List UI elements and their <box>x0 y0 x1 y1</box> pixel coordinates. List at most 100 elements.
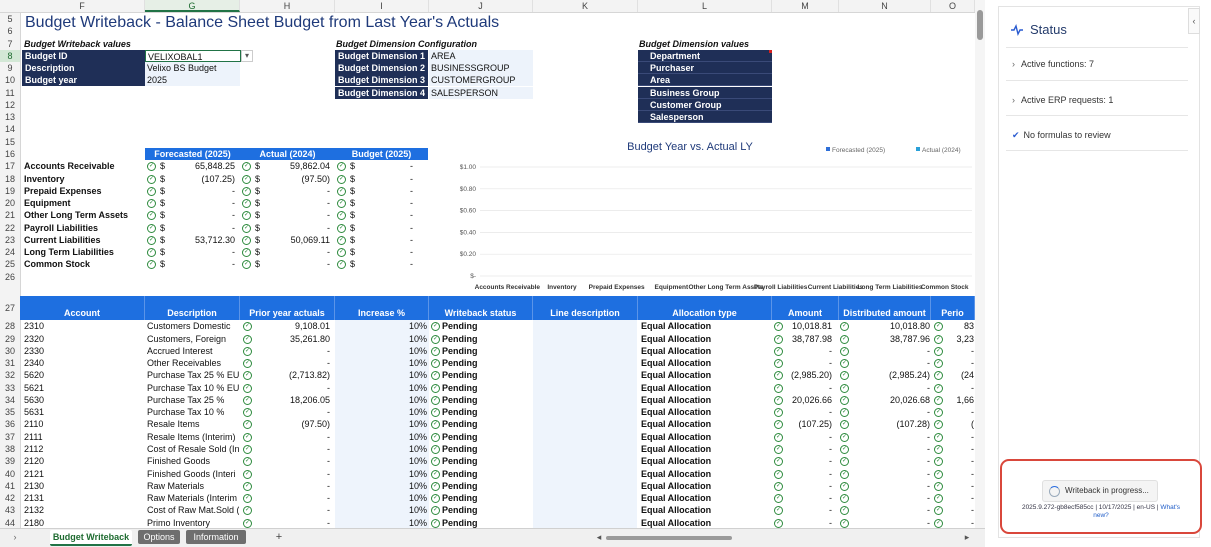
period-cell[interactable]: - <box>944 517 974 528</box>
increase-cell[interactable]: 10% <box>335 394 427 406</box>
description-cell[interactable]: Accrued Interest <box>147 345 239 357</box>
dimension-label[interactable]: Budget Dimension 1 <box>335 49 428 62</box>
prior-year-cell[interactable]: - <box>252 468 330 480</box>
account-cell[interactable]: 2330 <box>24 345 144 357</box>
dimension-value-item[interactable]: Purchaser <box>638 62 772 75</box>
writeback-status-cell[interactable]: Pending <box>442 431 528 443</box>
distributed-amount-cell[interactable]: (2,985.24) <box>850 369 930 381</box>
row-number[interactable]: 33 <box>0 382 20 394</box>
amount-cell[interactable]: - <box>784 406 832 418</box>
row-number[interactable]: 12 <box>0 99 20 111</box>
increase-cell[interactable]: 10% <box>335 406 427 418</box>
summary-row-label[interactable]: Payroll Liabilities <box>24 222 146 234</box>
writeback-status-cell[interactable]: Pending <box>442 468 528 480</box>
writeback-values-heading[interactable]: Budget Writeback values <box>24 38 164 50</box>
account-cell[interactable]: 2320 <box>24 333 144 345</box>
period-cell[interactable]: ( <box>944 418 974 430</box>
h-scroll-right-icon[interactable]: ▸ <box>962 530 972 544</box>
amount-cell[interactable]: (2,985.20) <box>784 369 832 381</box>
writeback-status-cell[interactable]: Pending <box>442 357 528 369</box>
description-cell[interactable]: Cost of Resale Sold (In <box>147 443 239 455</box>
period-cell[interactable]: - <box>944 480 974 492</box>
writeback-status-cell[interactable]: Pending <box>442 480 528 492</box>
dimension-value[interactable]: AREA <box>429 49 533 62</box>
dimension-value[interactable]: CUSTOMERGROUP <box>429 74 533 87</box>
account-cell[interactable]: 2130 <box>24 480 144 492</box>
allocation-type-cell[interactable]: Equal Allocation <box>641 320 771 332</box>
prior-year-cell[interactable]: 35,261.80 <box>252 333 330 345</box>
summary-value[interactable]: - <box>260 209 330 221</box>
row-number[interactable]: 42 <box>0 492 20 504</box>
distributed-amount-cell[interactable]: 20,026.68 <box>850 394 930 406</box>
dimension-values-heading[interactable]: Budget Dimension values <box>639 38 789 50</box>
account-cell[interactable]: 2131 <box>24 492 144 504</box>
account-cell[interactable]: 2121 <box>24 468 144 480</box>
writeback-status-cell[interactable]: Pending <box>442 455 528 467</box>
increase-cell[interactable]: 10% <box>335 492 427 504</box>
allocation-type-cell[interactable]: Equal Allocation <box>641 369 771 381</box>
increase-cell[interactable]: 10% <box>335 382 427 394</box>
summary-value[interactable]: 50,069.11 <box>260 234 330 246</box>
row-number[interactable]: 36 <box>0 418 20 430</box>
comment-marker[interactable] <box>769 49 772 53</box>
allocation-type-cell[interactable]: Equal Allocation <box>641 406 771 418</box>
active-erp-requests-item[interactable]: › Active ERP requests: 1 <box>1012 95 1113 105</box>
period-cell[interactable]: - <box>944 468 974 480</box>
account-cell[interactable]: 2110 <box>24 418 144 430</box>
description-cell[interactable]: Raw Materials <box>147 480 239 492</box>
distributed-amount-cell[interactable]: 10,018.80 <box>850 320 930 332</box>
distributed-amount-cell[interactable]: (107.28) <box>850 418 930 430</box>
period-cell[interactable]: - <box>944 345 974 357</box>
summary-value[interactable]: 65,848.25 <box>165 160 235 172</box>
summary-value[interactable]: - <box>260 185 330 197</box>
increase-cell[interactable]: 10% <box>335 480 427 492</box>
prior-year-cell[interactable]: - <box>252 517 330 528</box>
distributed-amount-cell[interactable]: - <box>850 431 930 443</box>
tab-scroll-left-icon[interactable]: › <box>8 530 22 544</box>
description-cell[interactable]: Purchase Tax 10 % <box>147 406 239 418</box>
dimension-label[interactable]: Budget Dimension 4 <box>335 86 428 99</box>
summary-value[interactable]: - <box>355 197 413 209</box>
column-header-f[interactable]: F <box>20 0 145 12</box>
row-number[interactable]: 25 <box>0 258 20 270</box>
increase-cell[interactable]: 10% <box>335 357 427 369</box>
account-cell[interactable]: 2180 <box>24 517 144 528</box>
increase-cell[interactable]: 10% <box>335 345 427 357</box>
period-cell[interactable]: - <box>944 443 974 455</box>
account-cell[interactable]: 5620 <box>24 369 144 381</box>
writeback-label[interactable]: Budget ID <box>22 49 145 62</box>
column-header-m[interactable]: M <box>772 0 839 12</box>
column-header-o[interactable]: O <box>931 0 975 12</box>
account-cell[interactable]: 2120 <box>24 455 144 467</box>
row-number[interactable]: 30 <box>0 345 20 357</box>
distributed-amount-cell[interactable]: - <box>850 492 930 504</box>
row-number[interactable]: 37 <box>0 431 20 443</box>
row-number[interactable]: 31 <box>0 357 20 369</box>
row-number[interactable]: 22 <box>0 222 20 234</box>
writeback-status-cell[interactable]: Pending <box>442 369 528 381</box>
increase-cell[interactable]: 10% <box>335 418 427 430</box>
tab-information[interactable]: Information <box>186 530 246 544</box>
row-number[interactable]: 32 <box>0 369 20 381</box>
row-number[interactable]: 40 <box>0 468 20 480</box>
prior-year-cell[interactable]: - <box>252 443 330 455</box>
summary-value[interactable]: - <box>165 246 235 258</box>
summary-row-label[interactable]: Equipment <box>24 197 146 209</box>
writeback-status-cell[interactable]: Pending <box>442 345 528 357</box>
summary-value[interactable]: - <box>260 258 330 270</box>
summary-header[interactable]: Actual (2024) <box>240 147 336 160</box>
period-cell[interactable]: - <box>944 382 974 394</box>
period-cell[interactable]: (24 <box>944 369 974 381</box>
row-number[interactable]: 29 <box>0 333 20 345</box>
period-cell[interactable]: - <box>944 357 974 369</box>
row-number[interactable]: 15 <box>0 136 20 148</box>
budget-id-select[interactable]: VELIXOBAL1 <box>145 49 241 62</box>
allocation-type-cell[interactable]: Equal Allocation <box>641 431 771 443</box>
distributed-amount-cell[interactable]: - <box>850 468 930 480</box>
row-number[interactable]: 27 <box>0 302 20 314</box>
writeback-status-cell[interactable]: Pending <box>442 333 528 345</box>
dimension-value-item[interactable]: Area <box>638 74 772 87</box>
column-header-h[interactable]: H <box>240 0 335 12</box>
allocation-type-cell[interactable]: Equal Allocation <box>641 357 771 369</box>
summary-row-label[interactable]: Long Term Liabilities <box>24 246 146 258</box>
